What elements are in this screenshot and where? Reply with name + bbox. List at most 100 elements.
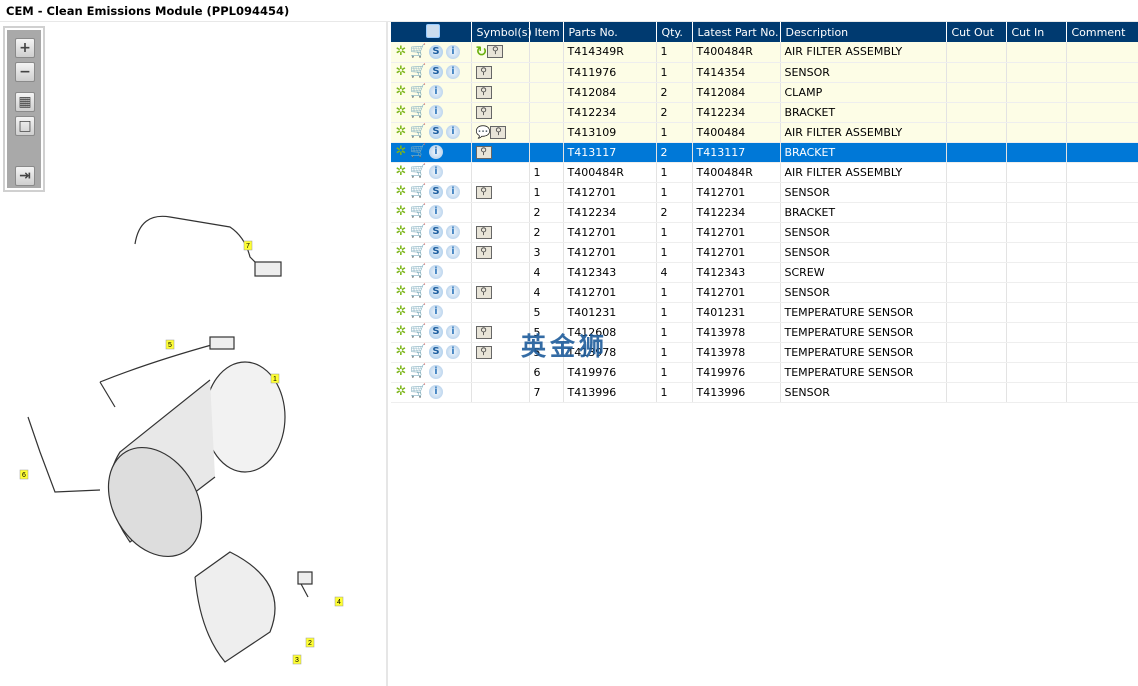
table-row[interactable]: ✲ 🛒 i 5 T401231 1 T401231 TEMPERATURE SENSOR	[391, 302, 1138, 323]
info-icon[interactable]: i	[446, 285, 460, 299]
supersession-icon[interactable]: S	[429, 125, 443, 139]
column-header-latest-part-no[interactable]: Latest Part No.	[692, 22, 781, 42]
info-icon[interactable]: i	[429, 385, 443, 399]
info-icon[interactable]: i	[446, 65, 460, 79]
diagram-pane[interactable]: + − ▦ □ ⇥ 1234567	[0, 22, 388, 686]
gear-icon[interactable]: ✲	[395, 285, 407, 299]
cart-icon[interactable]: 🛒	[410, 365, 426, 379]
cart-icon[interactable]: 🛒	[410, 305, 426, 319]
rotate-icon[interactable]: ↻	[476, 44, 488, 60]
table-row[interactable]: ✲ 🛒 Si ⚲ 3 T412701 1 T412701 SENSOR	[391, 242, 1138, 263]
callout-5[interactable]: 5	[165, 339, 175, 350]
gear-icon[interactable]: ✲	[395, 125, 407, 139]
info-icon[interactable]: i	[429, 105, 443, 119]
info-icon[interactable]: i	[429, 165, 443, 179]
gear-icon[interactable]: ✲	[395, 44, 407, 59]
cart-icon[interactable]: 🛒	[410, 65, 426, 79]
callout-7[interactable]: 7	[243, 240, 253, 251]
info-icon[interactable]: i	[446, 125, 460, 139]
gear-icon[interactable]: ✲	[395, 245, 407, 259]
column-header-qty[interactable]: Qty.	[656, 22, 693, 42]
gear-icon[interactable]: ✲	[395, 225, 407, 239]
table-row[interactable]: ✲ 🛒 i 2 T412234 2 T412234 BRACKET	[391, 202, 1138, 223]
info-icon[interactable]: i	[446, 325, 460, 339]
cart-icon[interactable]: 🛒	[410, 44, 426, 59]
table-row[interactable]: ✲ 🛒 Si ⚲ T411976 1 T414354 SENSOR	[391, 62, 1138, 83]
column-header-comment[interactable]: Comment	[1066, 22, 1138, 42]
cart-icon[interactable]: 🛒	[410, 385, 426, 399]
info-icon[interactable]: i	[429, 85, 443, 99]
gear-icon[interactable]: ✲	[395, 85, 407, 99]
cart-icon[interactable]: 🛒	[410, 185, 426, 199]
gear-icon[interactable]: ✲	[395, 145, 407, 159]
info-icon[interactable]: i	[429, 305, 443, 319]
cart-icon[interactable]: 🛒	[410, 145, 426, 159]
book-icon[interactable]: ⚲	[475, 65, 492, 79]
supersession-icon[interactable]: S	[429, 245, 443, 259]
callout-2[interactable]: 2	[305, 637, 315, 648]
parts-diagram[interactable]: 1 2 3 4 5 6 7	[0, 22, 388, 686]
info-icon[interactable]: i	[429, 145, 443, 159]
book-icon[interactable]: ⚲	[475, 345, 492, 359]
cart-icon[interactable]: 🛒	[410, 225, 426, 239]
search-list-icon[interactable]	[426, 23, 441, 38]
info-icon[interactable]: i	[446, 185, 460, 199]
gear-icon[interactable]: ✲	[395, 65, 407, 79]
column-header-search[interactable]	[391, 22, 472, 42]
gear-icon[interactable]: ✲	[395, 205, 407, 219]
book-icon[interactable]: ⚲	[475, 85, 492, 99]
table-row[interactable]: ✲ 🛒 i 7 T413996 1 T413996 SENSOR	[391, 382, 1138, 403]
gear-icon[interactable]: ✲	[395, 105, 407, 119]
gear-icon[interactable]: ✲	[395, 345, 407, 359]
gear-icon[interactable]: ✲	[395, 305, 407, 319]
info-icon[interactable]: i	[446, 225, 460, 239]
supersession-icon[interactable]: S	[429, 225, 443, 239]
cart-icon[interactable]: 🛒	[410, 165, 426, 179]
info-icon[interactable]: i	[429, 265, 443, 279]
gear-icon[interactable]: ✲	[395, 325, 407, 339]
column-header-symbol-s[interactable]: Symbol(s)	[471, 22, 532, 42]
table-row[interactable]: ✲ 🛒 Si ↻ ⚲ T414349R 1 T400484R AIR FILTER ASSEMB…	[391, 42, 1138, 63]
column-header-cut-out[interactable]: Cut Out	[946, 22, 1007, 42]
cart-icon[interactable]: 🛒	[410, 85, 426, 99]
info-icon[interactable]: i	[429, 205, 443, 219]
cart-icon[interactable]: 🛒	[410, 205, 426, 219]
info-icon[interactable]: i	[429, 365, 443, 379]
cart-icon[interactable]: 🛒	[410, 345, 426, 359]
supersession-icon[interactable]: S	[429, 285, 443, 299]
cart-icon[interactable]: 🛒	[410, 125, 426, 139]
supersession-icon[interactable]: S	[429, 65, 443, 79]
callout-4[interactable]: 4	[334, 596, 344, 607]
cart-icon[interactable]: 🛒	[410, 245, 426, 259]
table-row[interactable]: ✲ 🛒 Si 💬 ⚲ T413109 1 T400484 AIR FILTER ASSEMBLY	[391, 122, 1138, 143]
book-icon[interactable]: ⚲	[490, 125, 507, 139]
supersession-icon[interactable]: S	[429, 185, 443, 199]
table-row[interactable]: ✲ 🛒 Si ⚲ 4 T412701 1 T412701 SENSOR	[391, 282, 1138, 303]
gear-icon[interactable]: ✲	[395, 265, 407, 279]
table-row[interactable]: ✲ 🛒 i ⚲ T413117 2 T413117 BRACKET	[391, 142, 1138, 163]
column-header-description[interactable]: Description	[780, 22, 947, 42]
table-row[interactable]: ✲ 🛒 Si ⚲ 5 T412608 1 T413978 TEMPERATURE SENSOR	[391, 322, 1138, 343]
column-header-cut-in[interactable]: Cut In	[1006, 22, 1067, 42]
book-icon[interactable]: ⚲	[475, 225, 492, 239]
info-icon[interactable]: i	[446, 44, 460, 59]
gear-icon[interactable]: ✲	[395, 185, 407, 199]
supersession-icon[interactable]: S	[429, 44, 443, 59]
note-icon[interactable]: 💬	[476, 125, 491, 139]
cart-icon[interactable]: 🛒	[410, 265, 426, 279]
column-header-item[interactable]: Item	[529, 22, 564, 42]
callout-6[interactable]: 6	[19, 469, 29, 480]
cart-icon[interactable]: 🛒	[410, 105, 426, 119]
cart-icon[interactable]: 🛒	[410, 325, 426, 339]
book-icon[interactable]: ⚲	[475, 325, 492, 339]
callout-1[interactable]: 1	[270, 373, 280, 384]
info-icon[interactable]: i	[446, 245, 460, 259]
table-row[interactable]: ✲ 🛒 Si ⚲ 2 T412701 1 T412701 SENSOR	[391, 222, 1138, 243]
gear-icon[interactable]: ✲	[395, 365, 407, 379]
table-row[interactable]: ✲ 🛒 i 6 T419976 1 T419976 TEMPERATURE SENSOR	[391, 362, 1138, 383]
book-icon[interactable]: ⚲	[475, 145, 492, 159]
gear-icon[interactable]: ✲	[395, 385, 407, 399]
table-row[interactable]: ✲ 🛒 i ⚲ T412084 2 T412084 CLAMP	[391, 82, 1138, 103]
gear-icon[interactable]: ✲	[395, 165, 407, 179]
table-row[interactable]: ✲ 🛒 i 1 T400484R 1 T400484R AIR FILTER ASSEMBLY	[391, 162, 1138, 183]
